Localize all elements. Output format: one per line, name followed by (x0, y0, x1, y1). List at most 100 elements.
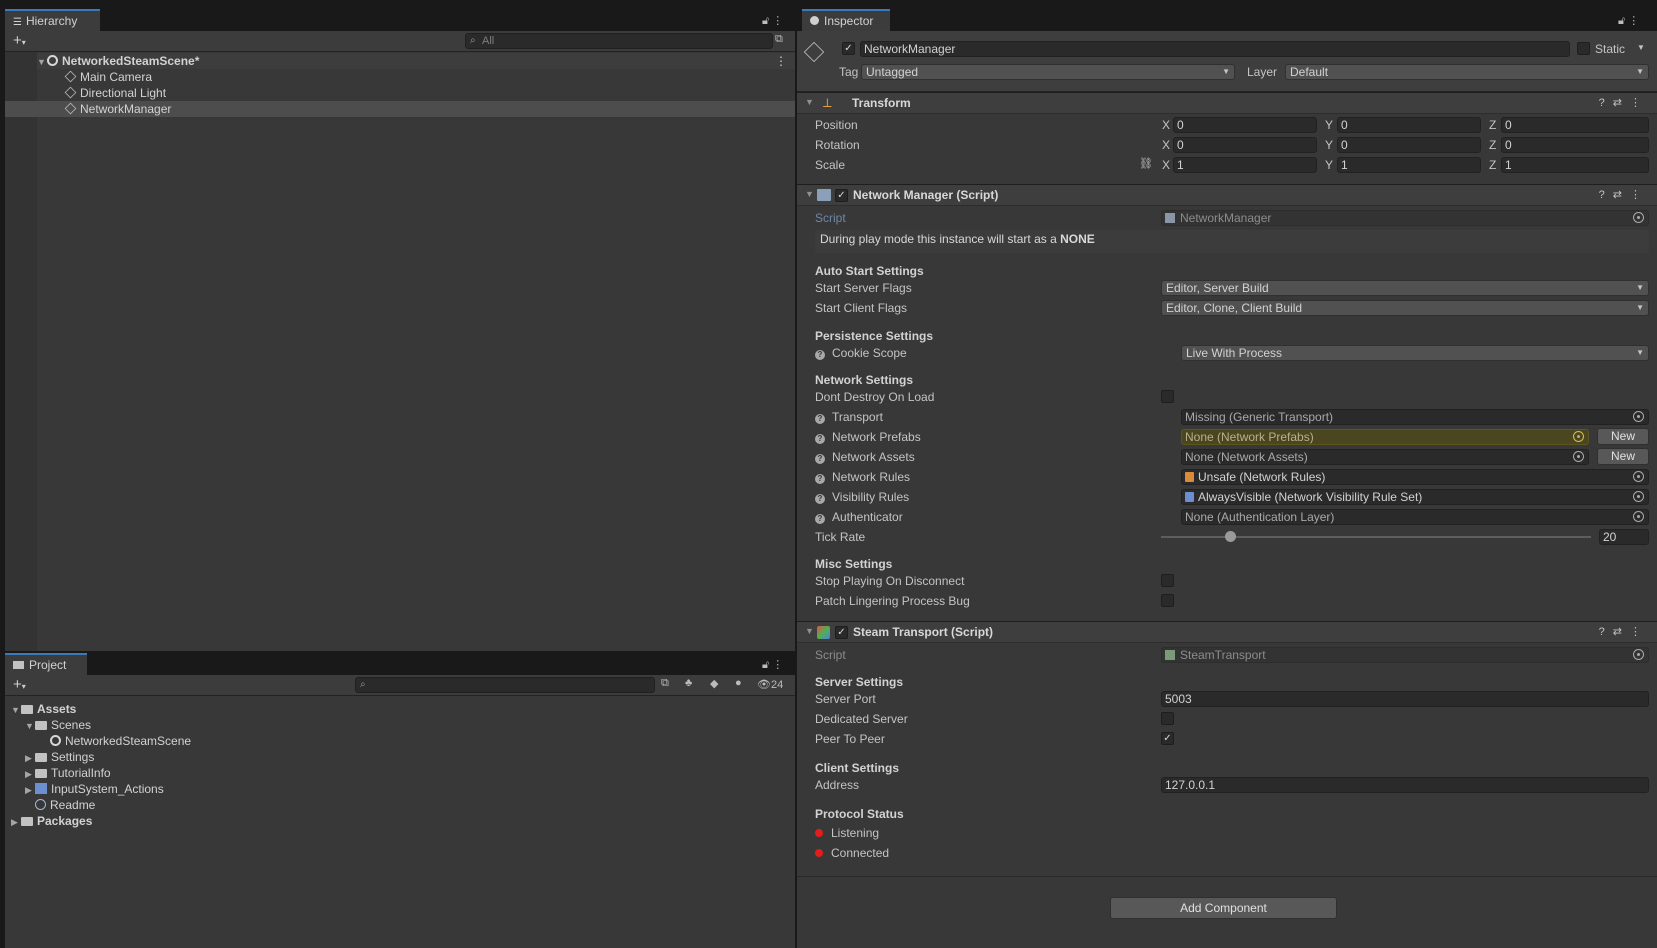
static-checkbox[interactable] (1577, 42, 1590, 55)
project-item-scenes[interactable]: ▼ Scenes (25, 717, 91, 733)
collapsed-triangle-icon[interactable]: ▶ (11, 814, 21, 830)
help-icon[interactable]: ? (1599, 626, 1613, 638)
object-picker-icon[interactable] (1633, 511, 1644, 522)
package-info-icon[interactable]: ● (735, 677, 742, 689)
gameobject-large-icon[interactable] (803, 41, 825, 63)
hierarchy-search-input[interactable]: ⌕ All (465, 33, 773, 49)
position-y-field[interactable]: 0 (1337, 117, 1481, 133)
hidden-packages-count[interactable]: 👁︎24 (757, 678, 783, 691)
rotation-y-field[interactable]: 0 (1337, 137, 1481, 153)
help-icon[interactable]: ? (1599, 97, 1613, 109)
kebab-menu-icon[interactable]: ⋮ (1628, 15, 1639, 27)
tag-icon[interactable]: ◆ (710, 677, 718, 690)
add-component-button[interactable]: Add Component (1110, 897, 1337, 919)
collapsed-triangle-icon[interactable]: ▶ (25, 750, 35, 766)
start-server-flags-dropdown[interactable]: Editor, Server Build ▼ (1161, 280, 1649, 296)
gameobject-active-checkbox[interactable]: ✓ (842, 42, 855, 55)
new-assets-button[interactable]: New (1597, 448, 1649, 465)
foldout-triangle-icon[interactable]: ▼ (805, 626, 814, 636)
component-header-icons[interactable]: ?⇄⋮ (1599, 625, 1649, 638)
tab-inspector[interactable]: Inspector (802, 9, 890, 31)
address-field[interactable]: 127.0.0.1 (1161, 777, 1649, 793)
dont-destroy-checkbox[interactable] (1161, 390, 1174, 403)
project-item-inputsystem[interactable]: ▶ InputSystem_Actions (25, 781, 164, 797)
add-icon[interactable]: +▾ (13, 676, 26, 693)
kebab-menu-icon[interactable]: ⋮ (772, 15, 783, 27)
layer-dropdown[interactable]: Default ▼ (1285, 64, 1649, 80)
expand-triangle-icon[interactable]: ▼ (25, 718, 35, 734)
network-manager-header[interactable]: ▼ ✓ Network Manager (Script) ?⇄⋮ (797, 184, 1657, 206)
search-by-label-icon[interactable]: ♣ (685, 677, 692, 689)
tab-project[interactable]: Project (5, 653, 87, 675)
project-item-packages[interactable]: ▶ Packages (11, 813, 92, 829)
kebab-menu-icon[interactable]: ⋮ (1630, 189, 1649, 201)
help-icon[interactable]: ? (815, 514, 825, 524)
scene-menu-icon[interactable]: ⋮ (775, 53, 787, 69)
rotation-x-field[interactable]: 0 (1173, 137, 1317, 153)
steam-transport-enabled-checkbox[interactable]: ✓ (835, 626, 848, 639)
help-icon[interactable]: ? (815, 434, 825, 444)
project-search-input[interactable]: ⌕ (355, 677, 655, 693)
start-client-flags-dropdown[interactable]: Editor, Clone, Client Build ▼ (1161, 300, 1649, 316)
steam-transport-header[interactable]: ▼ ✓ Steam Transport (Script) ?⇄⋮ (797, 621, 1657, 643)
hierarchy-item-networkmanager[interactable]: NetworkManager (5, 101, 795, 117)
cookie-scope-dropdown[interactable]: Live With Process ▼ (1181, 345, 1649, 361)
expand-triangle-icon[interactable]: ▼ (11, 702, 21, 718)
dedicated-server-checkbox[interactable] (1161, 712, 1174, 725)
hierarchy-tab-options[interactable]: 🔓︎ ⋮ (762, 14, 783, 28)
project-item-assets[interactable]: ▼ Assets (11, 701, 76, 717)
kebab-menu-icon[interactable]: ⋮ (1630, 626, 1649, 638)
authenticator-field[interactable]: None (Authentication Layer) (1181, 509, 1649, 525)
network-assets-field[interactable]: None (Network Assets) (1181, 449, 1589, 465)
object-picker-icon[interactable] (1573, 451, 1584, 462)
static-dropdown-arrow-icon[interactable]: ▼ (1637, 43, 1645, 52)
link-scale-icon[interactable]: ⛓︎ (1139, 157, 1153, 170)
transport-field[interactable]: Missing (Generic Transport) (1181, 409, 1649, 425)
position-z-field[interactable]: 0 (1501, 117, 1649, 133)
lock-icon[interactable]: 🔓︎ (1618, 15, 1625, 27)
tag-dropdown[interactable]: Untagged ▼ (861, 64, 1235, 80)
stop-playing-checkbox[interactable] (1161, 574, 1174, 587)
project-item-settings[interactable]: ▶ Settings (25, 749, 94, 765)
help-icon[interactable]: ? (1599, 189, 1613, 201)
tick-rate-slider-thumb[interactable] (1224, 531, 1236, 542)
scale-y-field[interactable]: 1 (1337, 157, 1481, 173)
visibility-rules-field[interactable]: AlwaysVisible (Network Visibility Rule S… (1181, 489, 1649, 505)
hierarchy-item-directional-light[interactable]: Directional Light (64, 85, 166, 101)
lock-icon[interactable]: 🔓︎ (762, 15, 769, 27)
hierarchy-item-main-camera[interactable]: Main Camera (64, 69, 152, 85)
object-picker-icon[interactable] (1633, 411, 1644, 422)
presets-icon[interactable]: ⇄ (1613, 97, 1630, 109)
network-manager-enabled-checkbox[interactable]: ✓ (835, 189, 848, 202)
peer-to-peer-checkbox[interactable]: ✓ (1161, 732, 1174, 745)
help-icon[interactable]: ? (815, 414, 825, 424)
object-picker-icon[interactable] (1633, 491, 1644, 502)
search-options-icon[interactable]: ⧉ (775, 33, 783, 46)
transform-header[interactable]: ▼ ⟂ Transform ?⇄⋮ (797, 92, 1657, 114)
tab-hierarchy[interactable]: ☰ Hierarchy (5, 9, 100, 31)
foldout-triangle-icon[interactable]: ▼ (805, 97, 814, 107)
position-x-field[interactable]: 0 (1173, 117, 1317, 133)
project-item-tutorialinfo[interactable]: ▶ TutorialInfo (25, 765, 111, 781)
object-picker-icon[interactable] (1573, 431, 1584, 442)
foldout-triangle-icon[interactable]: ▼ (805, 189, 814, 199)
project-tab-options[interactable]: 🔓︎ ⋮ (762, 658, 783, 672)
collapsed-triangle-icon[interactable]: ▶ (25, 782, 35, 798)
network-rules-field[interactable]: Unsafe (Network Rules) (1181, 469, 1649, 485)
help-icon[interactable]: ? (815, 454, 825, 464)
object-picker-icon[interactable] (1633, 471, 1644, 482)
expand-triangle-icon[interactable]: ▼ (37, 54, 47, 70)
lock-icon[interactable]: 🔓︎ (762, 659, 769, 671)
kebab-menu-icon[interactable]: ⋮ (1630, 97, 1649, 109)
tick-rate-field[interactable]: 20 (1599, 529, 1649, 545)
new-prefabs-button[interactable]: New (1597, 428, 1649, 445)
server-port-field[interactable]: 5003 (1161, 691, 1649, 707)
rotation-z-field[interactable]: 0 (1501, 137, 1649, 153)
gameobject-name-field[interactable]: NetworkManager (860, 41, 1570, 57)
help-icon[interactable]: ? (815, 350, 825, 360)
patch-lingering-checkbox[interactable] (1161, 594, 1174, 607)
inspector-tab-options[interactable]: 🔓︎ ⋮ (1618, 14, 1639, 28)
scale-z-field[interactable]: 1 (1501, 157, 1649, 173)
collapsed-triangle-icon[interactable]: ▶ (25, 766, 35, 782)
component-header-icons[interactable]: ?⇄⋮ (1599, 96, 1649, 109)
